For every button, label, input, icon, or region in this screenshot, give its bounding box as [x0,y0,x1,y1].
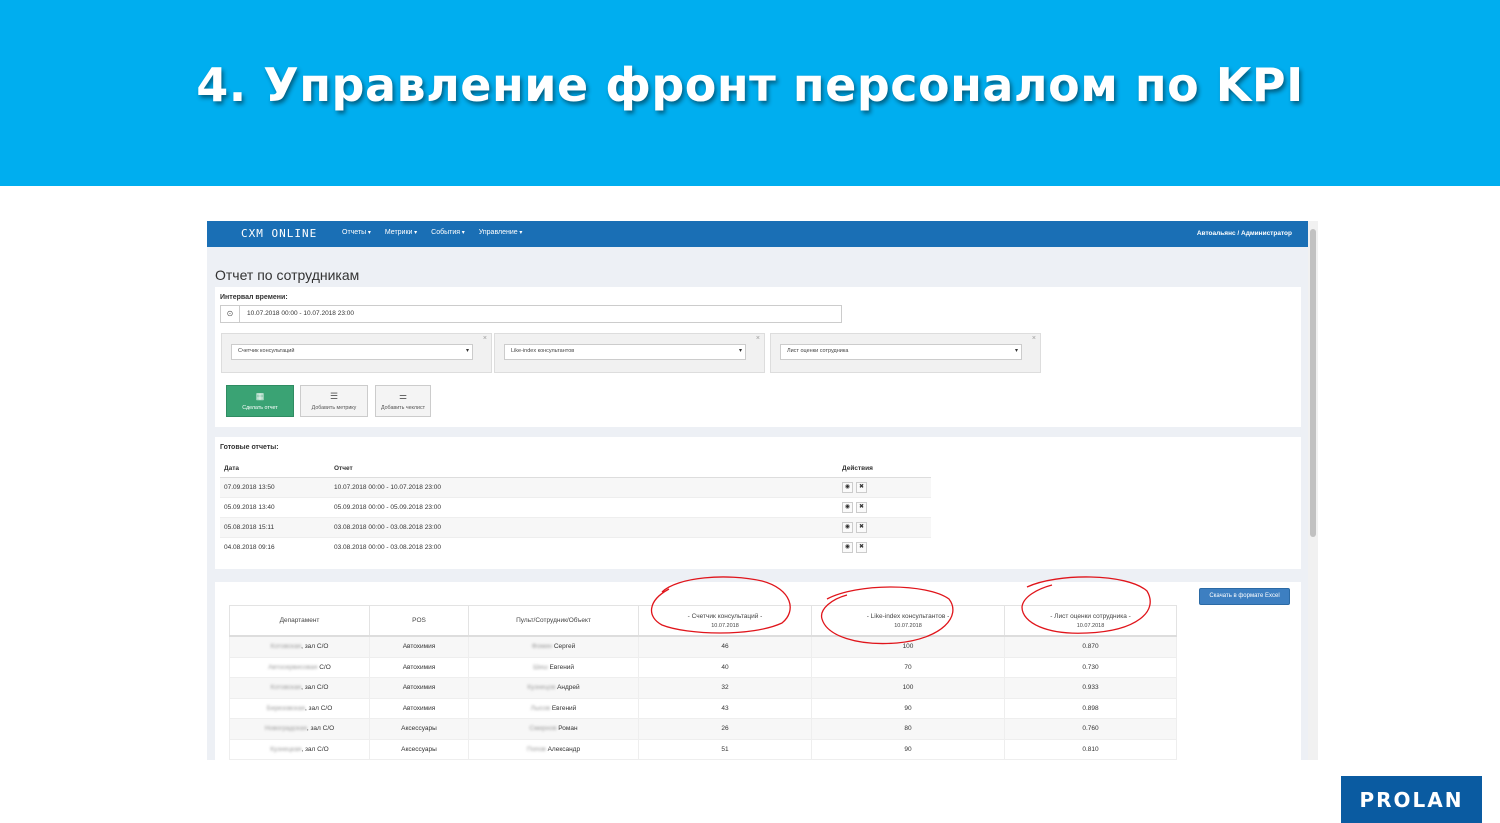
close-icon[interactable]: ✖ [856,482,867,493]
table-row: Котовская, зал С/ОАксессуарыХодорков Ива… [229,759,1177,760]
redacted-text: Кузнецов [527,684,556,692]
app-screenshot: CXM ONLINE Отчеты Метрики События Управл… [207,221,1318,760]
interval-label: Интервал времени: [220,294,288,301]
top-navbar: CXM ONLINE Отчеты Метрики События Управл… [207,221,1308,247]
redacted-text: Березовская [266,704,305,712]
filter-panel: Интервал времени: ⊙ 10.07.2018 00:00 - 1… [215,287,1301,427]
clock-icon: ⊙ [221,306,240,322]
table-row: Котовская, зал С/О Автохимия Фомин Сергей 4… [229,635,1177,658]
eye-icon[interactable]: ◉ [842,542,853,553]
list-icon: ☰ [329,391,339,401]
redacted-text: Автосервисовая [268,663,318,671]
metric-card-3: × Лист оценки сотрудника ▾ [770,333,1041,373]
col-consultations: - Счетчик консультаций -10.07.2018 [638,605,812,637]
kpi-table: Департамент POS Пульт/Сотрудник/Объект -… [229,605,1177,760]
interval-value: 10.07.2018 00:00 - 10.07.2018 23:00 [247,310,354,317]
close-icon[interactable]: ✖ [856,502,867,513]
metric-select-2[interactable]: Like-index консультантов ▾ [504,344,746,360]
user-account[interactable]: Автоальянс / Администратор [1197,230,1292,237]
col-actions: Действия [838,459,931,478]
col-date: Дата [220,459,330,478]
main-menu: Отчеты Метрики События Управление [342,229,522,236]
menu-management[interactable]: Управление [479,229,523,236]
redacted-text: Котовская [270,684,302,692]
redacted-text: Лысов [530,704,551,712]
metric-card-2: × Like-index консультантов ▾ [494,333,765,373]
col-evaluation: - Лист оценки сотрудника -10.07.2018 [1004,605,1177,637]
page-title: Отчет по сотрудникам [215,267,360,283]
menu-events[interactable]: События [431,229,465,236]
slide-banner: 4. Управление фронт персоналом по KPI [0,0,1500,186]
close-icon[interactable]: × [756,335,760,342]
table-icon: ▦ [255,391,265,401]
logo-text: PROLAN [1359,788,1464,812]
table-row: 05.08.2018 15:11 03.08.2018 00:00 - 03.0… [220,517,931,538]
dropdown-arrow-icon: ▾ [1014,348,1018,354]
col-report: Отчет [330,459,838,478]
col-pos: POS [369,605,469,637]
col-employee: Пульт/Сотрудник/Объект [468,605,639,637]
table-row: Новоградская, зал С/О Аксессуары Смирнов Р… [229,718,1177,740]
menu-metrics[interactable]: Метрики [385,229,417,236]
add-checklist-button[interactable]: ⚌ Добавить чеклист [375,385,431,417]
metric-select-1[interactable]: Счетчик консультаций ▾ [231,344,473,360]
metric-card-1: × Счетчик консультаций ▾ [221,333,492,373]
table-row: 05.09.2018 13:40 05.09.2018 00:00 - 05.0… [220,497,931,518]
close-icon[interactable]: ✖ [856,522,867,533]
redacted-text: Новоградская [264,725,307,733]
table-row: Котовская, зал С/О Автохимия Кузнецов Андр… [229,677,1177,699]
company-logo: PROLAN [1341,776,1482,823]
table-row: Березовская, зал С/О Автохимия Лысов Евген… [229,697,1177,719]
dropdown-arrow-icon: ▾ [465,348,469,354]
close-icon[interactable]: × [1032,335,1036,342]
scrollbar-thumb[interactable] [1310,229,1316,537]
eye-icon[interactable]: ◉ [842,502,853,513]
table-row: 07.09.2018 13:50 10.07.2018 00:00 - 10.0… [220,477,931,498]
redacted-text: Кузнецкая [270,745,302,753]
metric-select-3[interactable]: Лист оценки сотрудника ▾ [780,344,1022,360]
reports-table: Дата Отчет Действия 07.09.2018 13:50 10.… [220,459,931,557]
make-report-button[interactable]: ▦ Сделать отчет [226,385,294,417]
download-excel-button[interactable]: Скачать в формате Excel [1199,588,1290,605]
kpi-results-panel: Скачать в формате Excel Департамент POS … [215,582,1301,760]
menu-reports[interactable]: Отчеты [342,229,371,236]
interval-input[interactable]: ⊙ 10.07.2018 00:00 - 10.07.2018 23:00 [220,305,842,323]
add-metric-button[interactable]: ☰ Добавить метрику [300,385,368,417]
page-scrollbar[interactable] [1308,221,1318,760]
redacted-text: Шиш [532,663,548,671]
redacted-text: Попов [526,745,546,753]
eye-icon[interactable]: ◉ [842,522,853,533]
ready-reports-panel: Готовые отчеты: Дата Отчет Действия 07.0… [215,437,1301,569]
dropdown-arrow-icon: ▾ [738,348,742,354]
close-icon[interactable]: × [483,335,487,342]
slide-title: 4. Управление фронт персоналом по KPI [196,58,1304,112]
sliders-icon: ⚌ [398,391,408,401]
table-row: Автосервисовая С/О Автохимия Шиш Евгений 40… [229,656,1177,678]
eye-icon[interactable]: ◉ [842,482,853,493]
col-department: Департамент [229,605,370,637]
ready-reports-label: Готовые отчеты: [220,444,279,451]
redacted-text: Фомин [531,643,553,651]
table-row: Кузнецкая, зал С/О Аксессуары Попов Алекса… [229,738,1177,760]
brand-logo[interactable]: CXM ONLINE [241,227,317,240]
close-icon[interactable]: ✖ [856,542,867,553]
redacted-text: Смирнов [529,725,557,733]
table-row: 04.08.2018 09:16 03.08.2018 00:00 - 03.0… [220,537,931,557]
col-like-index: - Like-index консультантов -10.07.2018 [811,605,1005,637]
redacted-text: Котовская [270,643,302,651]
